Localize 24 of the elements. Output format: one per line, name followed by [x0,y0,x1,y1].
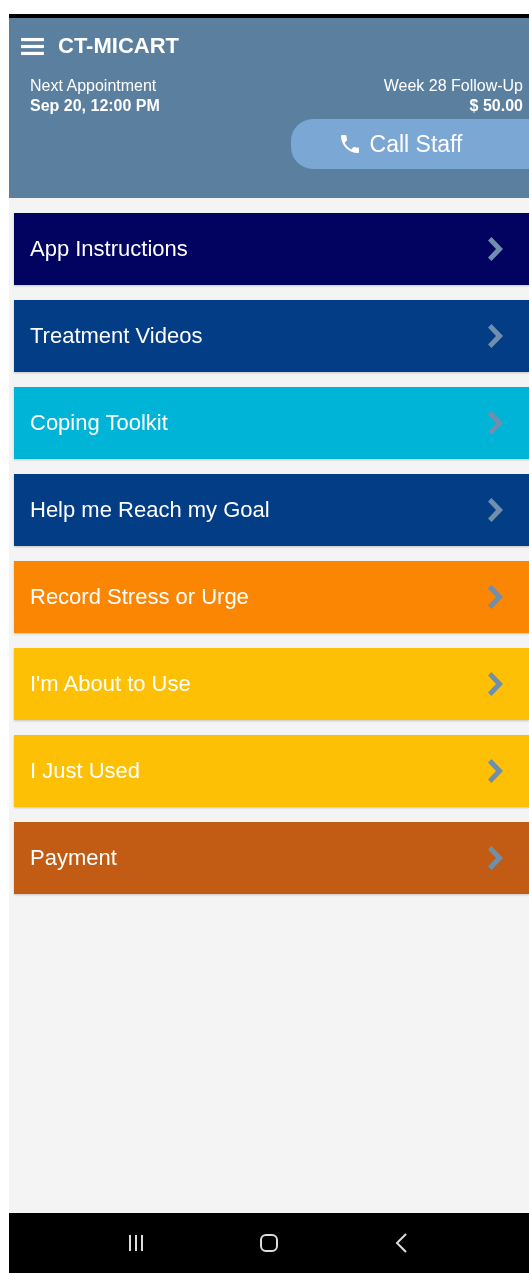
chevron-icon [487,498,503,522]
app-title: CT-MICART [58,33,179,59]
menu-item[interactable]: Help me Reach my Goal [14,474,529,546]
menu-item[interactable]: App Instructions [14,213,529,285]
chevron-icon [487,672,503,696]
menu-item[interactable]: Treatment Videos [14,300,529,372]
chevron-icon [487,585,503,609]
menu-item[interactable]: I'm About to Use [14,648,529,720]
menu-icon[interactable] [21,36,44,56]
menu-item[interactable]: I Just Used [14,735,529,807]
menu-item[interactable]: Payment [14,822,529,894]
home-icon[interactable] [259,1233,279,1253]
chevron-icon [487,324,503,348]
visit-label: Week 28 Follow-Up [383,77,523,95]
appointment-label: Next Appointment [30,77,158,95]
chevron-icon [487,237,503,261]
chevron-icon [487,846,503,870]
menu-item[interactable]: Record Stress or Urge [14,561,529,633]
visit-amount: $ 50.00 [469,97,523,115]
call-staff-button[interactable]: Call Staff [291,119,529,169]
menu-item[interactable]: Coping Toolkit [14,387,529,459]
chevron-icon [487,759,503,783]
chevron-icon [487,411,503,435]
appointment-date: Sep 20, 12:00 PM [30,97,160,115]
